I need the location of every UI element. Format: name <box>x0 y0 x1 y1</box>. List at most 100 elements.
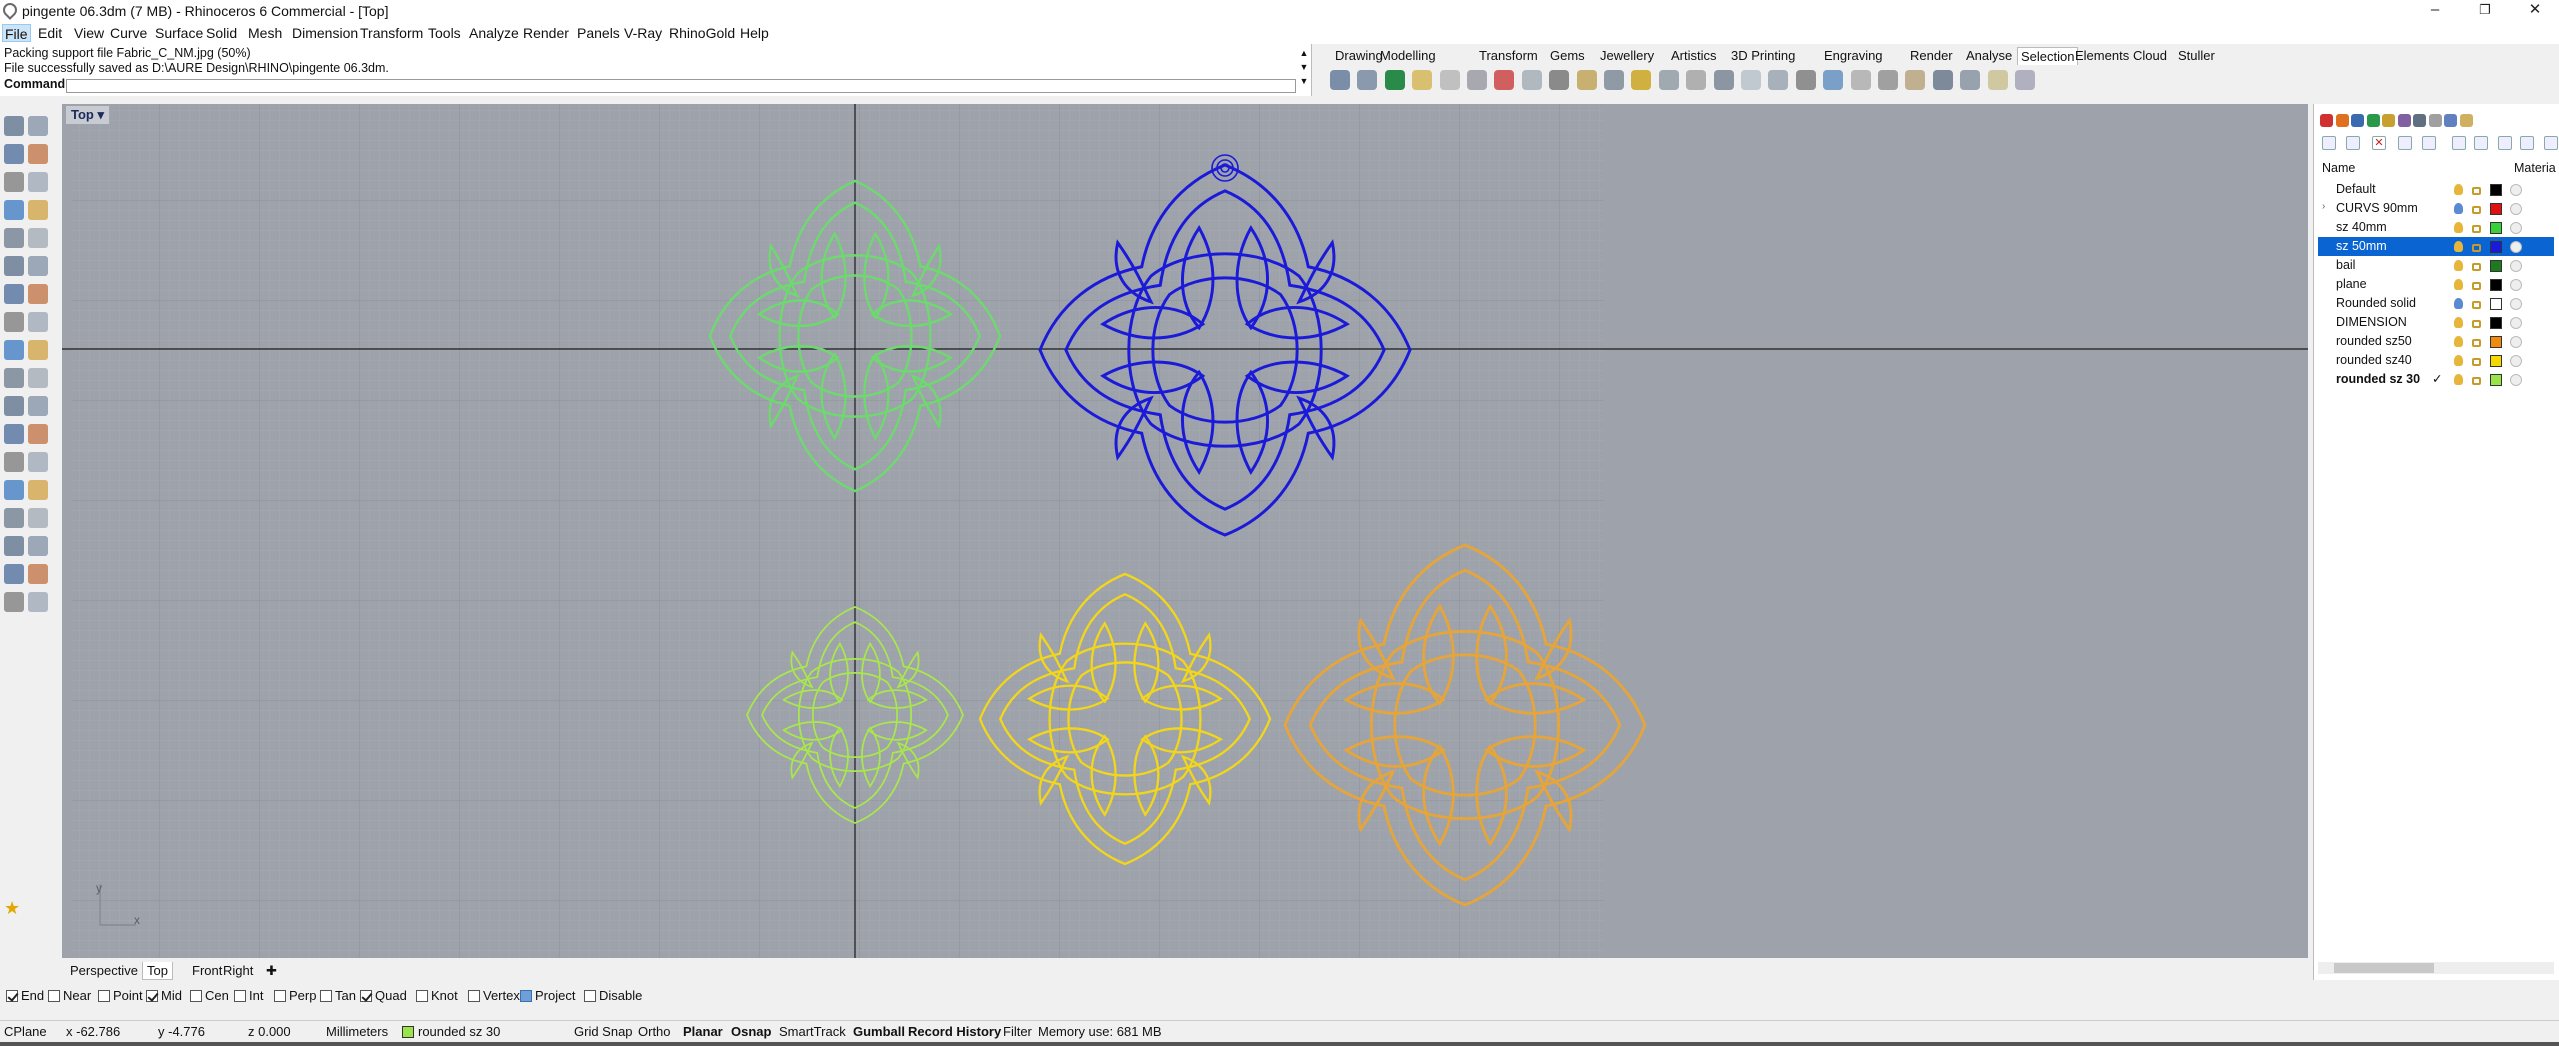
lock-icon[interactable] <box>2472 320 2481 328</box>
lightbulb-icon[interactable] <box>2454 279 2463 290</box>
help-icon[interactable] <box>2544 136 2558 150</box>
layers-header-name[interactable]: Name <box>2322 161 2355 175</box>
layer-name[interactable]: rounded sz50 <box>2336 334 2412 348</box>
toolbar-tool-icon[interactable] <box>1768 70 1789 90</box>
toolbar-tool-icon[interactable] <box>1604 70 1624 90</box>
panel-tab-icon[interactable] <box>2335 114 2349 127</box>
menu-help[interactable]: Help <box>738 24 771 42</box>
material-icon[interactable] <box>2510 298 2522 310</box>
tab-modelling[interactable]: Modelling <box>1377 47 1439 64</box>
left-tool-icon[interactable] <box>4 564 24 584</box>
menu-mesh[interactable]: Mesh <box>246 24 284 42</box>
left-tool-icon[interactable] <box>4 508 24 528</box>
command-input[interactable] <box>66 79 1296 93</box>
layer-row-sz-50mm[interactable]: sz 50mm <box>2318 237 2554 256</box>
left-tool-icon[interactable] <box>28 396 48 416</box>
toolbar-tool-icon[interactable] <box>1467 70 1487 90</box>
material-icon[interactable] <box>2510 222 2522 234</box>
left-tool-icon[interactable] <box>4 480 24 500</box>
checkbox-icon[interactable] <box>584 989 596 1002</box>
grid-snap-toggle[interactable]: Grid Snap <box>574 1024 633 1039</box>
left-tool-icon[interactable] <box>4 116 24 136</box>
left-tool-icon[interactable] <box>28 340 48 360</box>
lightbulb-icon[interactable] <box>2454 241 2463 252</box>
left-tool-icon[interactable] <box>28 116 48 136</box>
material-icon[interactable] <box>2510 317 2522 329</box>
left-tool-icon[interactable] <box>4 424 24 444</box>
toolbar-tool-icon[interactable] <box>1330 70 1350 90</box>
left-tool-icon[interactable] <box>28 480 48 500</box>
lightbulb-icon[interactable] <box>2454 203 2463 214</box>
layer-row-rounded-sz-30[interactable]: rounded sz 30 ✓ <box>2318 370 2554 389</box>
layer-name[interactable]: sz 50mm <box>2336 239 2387 253</box>
filter-icon[interactable] <box>2474 136 2488 150</box>
tab-3d-printing[interactable]: 3D Printing <box>1728 47 1798 64</box>
command-history-scrollbar[interactable]: ▲ ▼ ▼ <box>1298 46 1310 94</box>
layer-row-curvs-90mm[interactable]: › CURVS 90mm <box>2318 199 2554 218</box>
menu-surface[interactable]: Surface <box>153 24 205 42</box>
tab-artistics[interactable]: Artistics <box>1668 47 1720 64</box>
tab-engraving[interactable]: Engraving <box>1821 47 1886 64</box>
toolbar-tool-icon[interactable] <box>1795 70 1816 90</box>
menu-transform[interactable]: Transform <box>358 24 425 42</box>
material-icon[interactable] <box>2510 374 2522 386</box>
viewport-tab-perspective[interactable]: Perspective <box>66 962 142 979</box>
material-icon[interactable] <box>2510 355 2522 367</box>
left-tool-icon[interactable] <box>4 396 24 416</box>
osnap-cen[interactable]: Cen <box>190 988 229 1003</box>
current-layer-name[interactable]: rounded sz 30 <box>418 1024 500 1039</box>
material-icon[interactable] <box>2510 241 2522 253</box>
layer-color-swatch[interactable] <box>2490 241 2502 253</box>
left-tool-icon[interactable] <box>4 284 24 304</box>
material-icon[interactable] <box>2510 184 2522 196</box>
lock-icon[interactable] <box>2472 358 2481 366</box>
layer-row-plane[interactable]: plane <box>2318 275 2554 294</box>
menu-edit[interactable]: Edit <box>36 24 64 42</box>
lightbulb-icon[interactable] <box>2454 222 2463 233</box>
osnap-disable[interactable]: Disable <box>584 988 642 1003</box>
left-tool-icon[interactable] <box>4 340 24 360</box>
panel-tab-icon[interactable] <box>2444 114 2457 127</box>
osnap-toggle[interactable]: Osnap <box>731 1024 771 1039</box>
toolbar-tool-icon[interactable] <box>1878 70 1898 90</box>
move-left-icon[interactable] <box>2452 136 2466 150</box>
layer-color-swatch[interactable] <box>2490 355 2502 367</box>
lightbulb-icon[interactable] <box>2454 298 2463 309</box>
gumball-toggle[interactable]: Gumball <box>853 1024 905 1039</box>
units-display[interactable]: Millimeters <box>326 1024 388 1039</box>
tab-transform[interactable]: Transform <box>1476 47 1541 64</box>
toolbar-tool-icon[interactable] <box>1960 70 1981 90</box>
left-tool-icon[interactable] <box>28 424 48 444</box>
tab-jewellery[interactable]: Jewellery <box>1597 47 1657 64</box>
toolbar-tool-icon[interactable] <box>1384 70 1405 90</box>
left-tool-icon[interactable] <box>28 172 48 192</box>
toolbar-tool-icon[interactable] <box>1521 70 1542 90</box>
layer-row-rounded-sz50[interactable]: rounded sz50 <box>2318 332 2554 351</box>
left-tool-icon[interactable] <box>28 284 48 304</box>
left-tool-icon[interactable] <box>4 172 24 192</box>
layer-color-swatch[interactable] <box>2490 203 2502 215</box>
left-tool-icon[interactable] <box>28 452 48 472</box>
tab-render[interactable]: Render <box>1907 47 1956 64</box>
menu-analyze[interactable]: Analyze <box>467 24 521 42</box>
menu-file[interactable]: File <box>2 24 31 42</box>
lightbulb-icon[interactable] <box>2454 336 2463 347</box>
checkbox-icon[interactable] <box>146 989 158 1002</box>
menu-render[interactable]: Render <box>521 24 571 42</box>
toolbar-tool-icon[interactable] <box>1631 70 1652 90</box>
checkbox-icon[interactable] <box>320 989 332 1002</box>
lightbulb-icon[interactable] <box>2454 260 2463 271</box>
toolbar-tool-icon[interactable] <box>1576 70 1597 90</box>
toolbar-tool-icon[interactable] <box>1932 70 1953 90</box>
left-tool-icon[interactable] <box>28 368 48 388</box>
layers-scroll-thumb[interactable] <box>2334 963 2434 973</box>
toolbar-tool-icon[interactable] <box>1549 70 1570 90</box>
left-tool-icon[interactable] <box>4 256 24 276</box>
material-icon[interactable] <box>2510 279 2522 291</box>
left-tool-icon[interactable] <box>28 200 48 220</box>
osnap-quad[interactable]: Quad <box>360 988 407 1003</box>
add-viewport-icon[interactable]: ✚ <box>262 962 281 980</box>
material-icon[interactable] <box>2510 336 2522 348</box>
layer-name[interactable]: DIMENSION <box>2336 315 2407 329</box>
layer-row-bail[interactable]: bail <box>2318 256 2554 275</box>
